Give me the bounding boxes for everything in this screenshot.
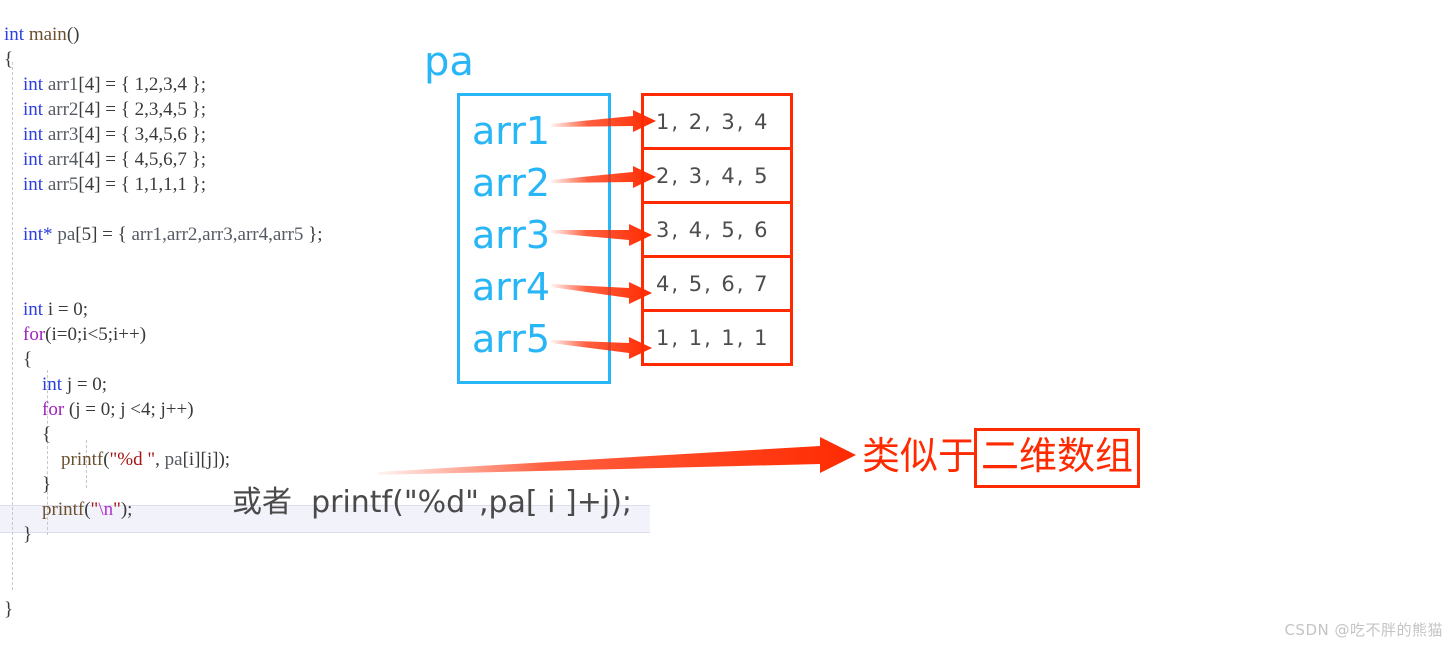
code-line[interactable] xyxy=(0,547,323,572)
code-token: printf xyxy=(42,499,85,520)
code-token: arr5 xyxy=(47,174,79,195)
code-token: arr3 xyxy=(47,124,79,145)
code-token: arr1,arr2,arr3,arr4,arr5 xyxy=(131,224,304,245)
code-token: " xyxy=(113,499,121,520)
code-token: () xyxy=(66,24,80,45)
code-line[interactable]: { xyxy=(0,47,323,72)
code-token: } xyxy=(23,524,33,545)
array-value-text: 4, 5, 6, 7 xyxy=(656,271,770,296)
code-token: i = 0; xyxy=(43,299,89,320)
code-token: for xyxy=(42,399,65,420)
code-token: [4] = { 1,1,1,1 }; xyxy=(78,174,207,195)
code-token: { xyxy=(4,49,14,70)
array-value-text: 2, 3, 4, 5 xyxy=(656,163,770,188)
code-line[interactable]: printf("%d ", pa[i][j]); xyxy=(0,447,323,472)
code-token: main xyxy=(28,24,67,45)
code-token: [4] = { 2,3,4,5 }; xyxy=(78,99,207,120)
pointer-entry-arr3: arr3 xyxy=(472,213,551,257)
code-line[interactable]: { xyxy=(0,422,323,447)
pointer-entry-arr5: arr5 xyxy=(472,317,551,361)
pointer-entry-arr2: arr2 xyxy=(472,161,551,205)
code-token: arr1 xyxy=(47,74,79,95)
code-token: int xyxy=(23,74,44,95)
code-line[interactable]: int arr1[4] = { 1,2,3,4 }; xyxy=(0,72,323,97)
code-token: int xyxy=(23,299,44,320)
code-token: pa xyxy=(57,224,76,245)
code-token: printf xyxy=(61,449,104,470)
code-token: \n xyxy=(98,499,114,520)
array-value-text: 1, 2, 3, 4 xyxy=(656,109,770,134)
code-token: (i=0;i<5;i++) xyxy=(45,324,147,345)
code-line[interactable]: for (j = 0; j <4; j++) xyxy=(0,397,323,422)
code-token: (j = 0; j <4; j++) xyxy=(64,399,194,420)
code-token: arr2 xyxy=(47,99,79,120)
array-value-box: 2, 3, 4, 5 xyxy=(641,147,793,204)
array-value-boxes: 1, 2, 3, 4 2, 3, 4, 5 3, 4, 5, 6 4, 5, 6, 7… xyxy=(641,93,793,366)
code-token: { xyxy=(42,424,52,445)
code-token: int* xyxy=(23,224,53,245)
code-line[interactable] xyxy=(0,247,323,272)
array-value-text: 3, 4, 5, 6 xyxy=(656,217,770,242)
code-token: }; xyxy=(303,224,323,245)
code-token: [4] = { 4,5,6,7 }; xyxy=(78,149,207,170)
code-token: , xyxy=(155,449,165,470)
pointer-entry-arr1: arr1 xyxy=(472,109,551,153)
code-line[interactable]: } xyxy=(0,522,323,547)
code-token: j = 0; xyxy=(62,374,108,395)
code-token: [5] = { xyxy=(75,224,132,245)
red-annotation-boxed: 二维数组 xyxy=(974,428,1141,488)
code-line[interactable]: } xyxy=(0,597,323,622)
code-line[interactable]: int j = 0; xyxy=(0,372,323,397)
code-token: [4] = { 3,4,5,6 }; xyxy=(78,124,207,145)
code-token: int xyxy=(23,174,44,195)
red-annotation-prefix: 类似于 xyxy=(862,434,977,478)
code-line[interactable]: for(i=0;i<5;i++) xyxy=(0,322,323,347)
pa-pointer-array-label: pa xyxy=(424,39,474,85)
code-line[interactable] xyxy=(0,197,323,222)
code-token: ); xyxy=(120,499,133,520)
code-token: } xyxy=(42,474,52,495)
code-token: int xyxy=(42,374,63,395)
screenshot-canvas: int main(){ int arr1[4] = { 1,2,3,4 }; i… xyxy=(0,0,1455,652)
code-line[interactable]: int* pa[5] = { arr1,arr2,arr3,arr4,arr5 … xyxy=(0,222,323,247)
red-annotation: 类似于 二维数组 xyxy=(862,428,1141,488)
array-value-box: 1, 2, 3, 4 xyxy=(641,93,793,150)
code-line[interactable]: { xyxy=(0,347,323,372)
code-token: pa xyxy=(164,449,183,470)
code-token: [4] = { 1,2,3,4 }; xyxy=(78,74,207,95)
code-line[interactable]: int arr2[4] = { 2,3,4,5 }; xyxy=(0,97,323,122)
array-value-box: 4, 5, 6, 7 xyxy=(641,255,793,312)
code-line[interactable] xyxy=(0,272,323,297)
code-token: "%d " xyxy=(109,449,156,470)
code-line[interactable]: int arr4[4] = { 4,5,6,7 }; xyxy=(0,147,323,172)
array-value-text: 1, 1, 1, 1 xyxy=(656,325,770,350)
code-token: int xyxy=(4,24,25,45)
code-line[interactable]: int arr5[4] = { 1,1,1,1 }; xyxy=(0,172,323,197)
code-editor[interactable]: int main(){ int arr1[4] = { 1,2,3,4 }; i… xyxy=(0,22,323,622)
code-token: int xyxy=(23,99,44,120)
code-token: } xyxy=(4,599,14,620)
pointer-entry-arr4: arr4 xyxy=(472,265,551,309)
code-line[interactable] xyxy=(0,572,323,597)
code-token: for xyxy=(23,324,46,345)
alternate-printf-note: 或者 printf("%d",pa[ i ]+j); xyxy=(232,485,633,520)
code-token: [i][j]); xyxy=(182,449,231,470)
code-token: arr4 xyxy=(47,149,79,170)
code-token: { xyxy=(23,349,33,370)
array-value-box: 3, 4, 5, 6 xyxy=(641,201,793,258)
code-line[interactable]: int main() xyxy=(0,22,323,47)
array-value-box: 1, 1, 1, 1 xyxy=(641,309,793,366)
arrow-to-red-note xyxy=(378,437,856,475)
code-line[interactable]: int i = 0; xyxy=(0,297,323,322)
csdn-watermark: CSDN @吃不胖的熊猫 xyxy=(1284,621,1443,639)
code-token: int xyxy=(23,149,44,170)
code-token: int xyxy=(23,124,44,145)
code-line[interactable]: int arr3[4] = { 3,4,5,6 }; xyxy=(0,122,323,147)
